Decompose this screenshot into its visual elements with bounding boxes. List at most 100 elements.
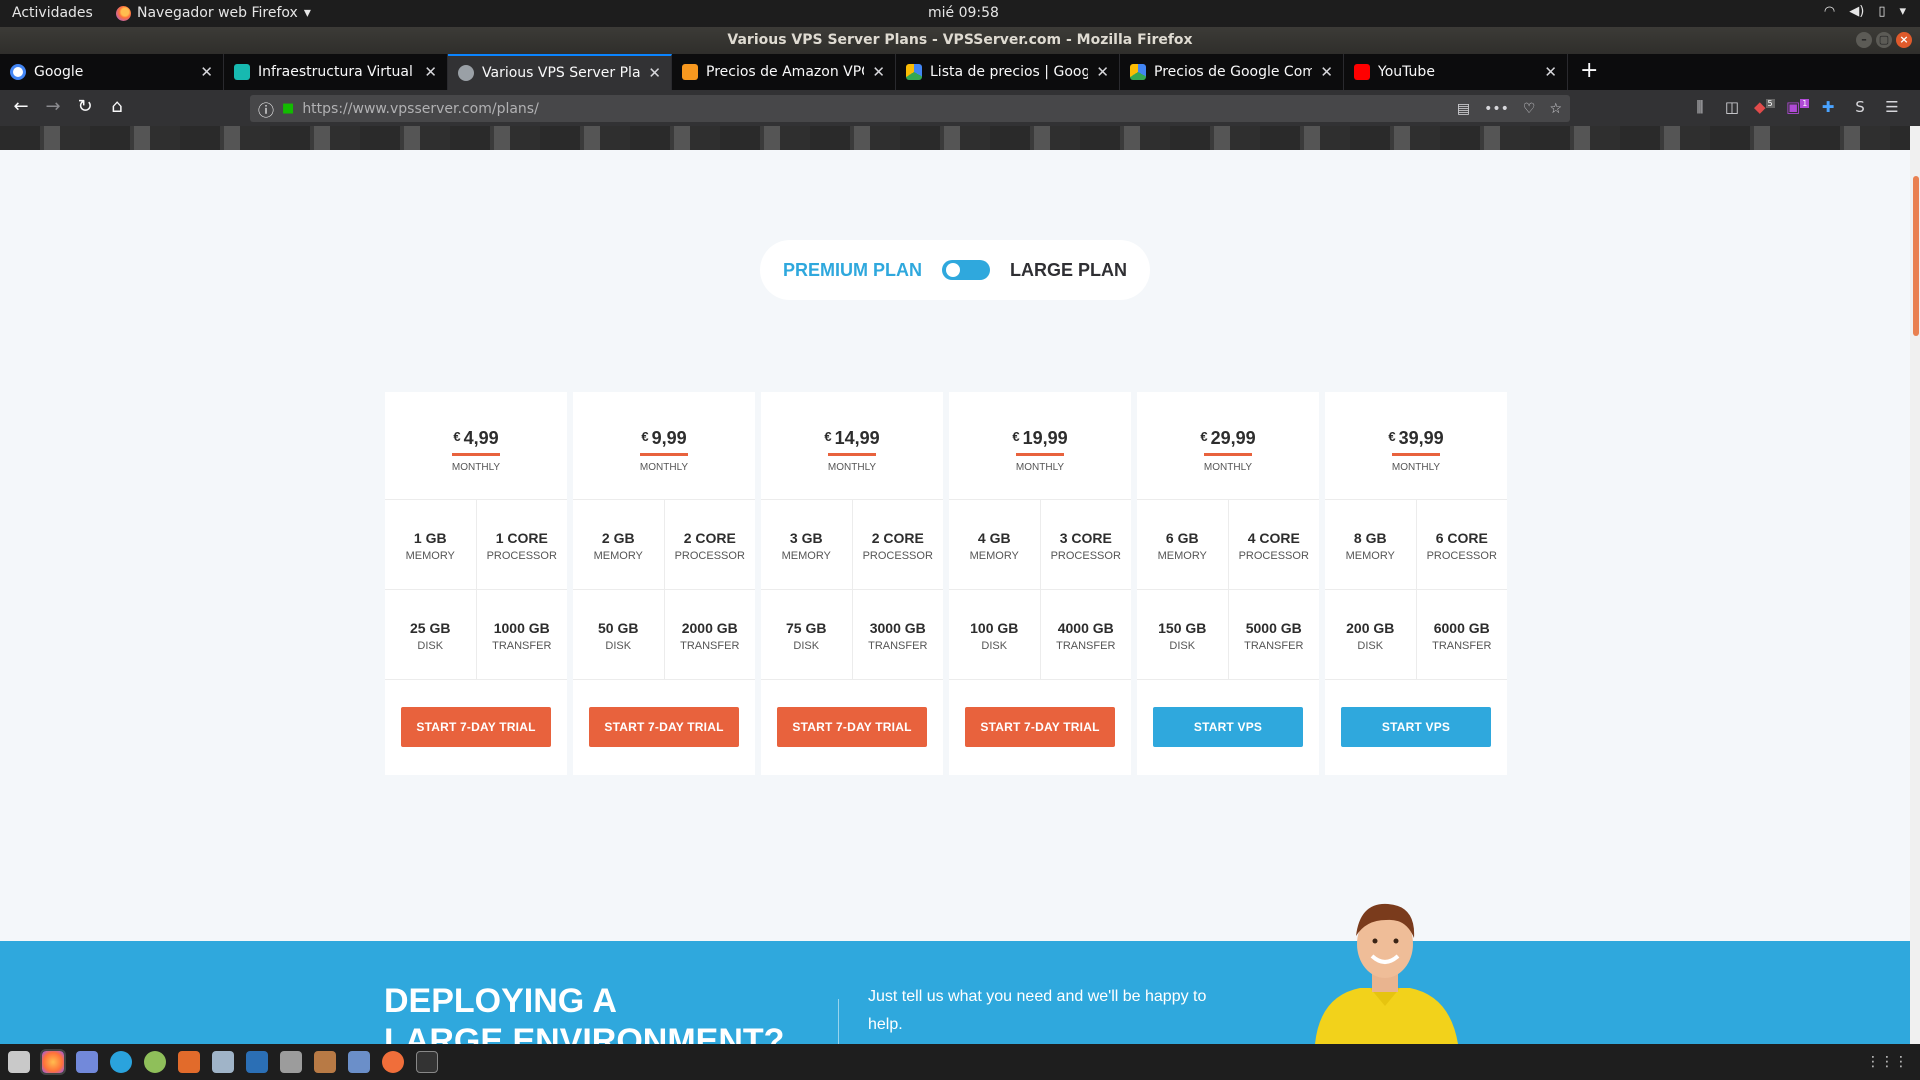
premium-plan-label[interactable]: PREMIUM PLAN (783, 260, 922, 281)
spec-label: DISK (605, 640, 632, 652)
discord-icon[interactable] (76, 1051, 98, 1073)
ublock-icon[interactable]: ◆ 5 (1754, 98, 1775, 116)
google-cloud-icon (1130, 64, 1146, 80)
back-icon[interactable]: ← (8, 96, 34, 120)
show-apps-icon[interactable]: ⋮⋮⋮ (1866, 1054, 1908, 1070)
spec-label: PROCESSOR (862, 550, 933, 562)
maximize-icon[interactable]: ▢ (1876, 32, 1892, 48)
menu-hamburger-icon[interactable]: ☰ (1882, 98, 1902, 116)
forward-icon[interactable]: → (40, 96, 66, 120)
close-tab-icon[interactable]: ✕ (200, 63, 213, 81)
tab-infraestructura[interactable]: Infraestructura Virtual b ✕ (224, 54, 448, 90)
start-trial-button[interactable]: START 7-DAY TRIAL (589, 707, 739, 747)
spotify-icon[interactable] (144, 1051, 166, 1073)
plan-card: €4,99 MONTHLY 1 GB MEMORY 1 CORE PROCESSOR… (385, 392, 567, 775)
bookmark-star-icon[interactable]: ☆ (1549, 101, 1562, 117)
package-icon[interactable] (348, 1051, 370, 1073)
start-trial-button[interactable]: START 7-DAY TRIAL (965, 707, 1115, 747)
tab-google-price-list[interactable]: Lista de precios | Googl ✕ (896, 54, 1120, 90)
start-trial-button[interactable]: START 7-DAY TRIAL (777, 707, 927, 747)
close-tab-icon[interactable]: ✕ (1544, 63, 1557, 81)
close-tab-icon[interactable]: ✕ (872, 63, 885, 81)
tab-google[interactable]: Google ✕ (0, 54, 224, 90)
files-icon[interactable] (8, 1051, 30, 1073)
lock-icon[interactable]: ■ (282, 101, 294, 116)
plan-card: €19,99 MONTHLY 4 GB MEMORY 3 CORE PROCESSO… (949, 392, 1131, 775)
activities-button[interactable]: Actividades (12, 5, 93, 21)
plan-switch[interactable] (942, 260, 990, 280)
spec-label: DISK (793, 640, 820, 652)
start-vps-button[interactable]: START VPS (1153, 707, 1303, 747)
url-bar[interactable]: ⓘ ■ https://www.vpsserver.com/plans/ ▤ •… (250, 95, 1570, 122)
currency: € (453, 429, 461, 444)
page-scrollbar[interactable] (1910, 126, 1920, 1044)
currency: € (641, 429, 649, 444)
heading-line-1: DEPLOYING A (384, 982, 617, 1020)
spec-label: MEMORY (1345, 550, 1395, 562)
reload-icon[interactable]: ↻ (72, 96, 98, 120)
app-menu[interactable]: Navegador web Firefox ▾ (116, 5, 311, 21)
spec-transfer: 4000 GB TRANSFER (1039, 590, 1132, 679)
plan-price: €19,99 (1012, 428, 1067, 449)
billing-period: MONTHLY (827, 462, 877, 473)
terminal-icon[interactable] (416, 1051, 438, 1073)
vscode-icon[interactable] (246, 1051, 268, 1073)
close-tab-icon[interactable]: ✕ (1096, 63, 1109, 81)
container-badge: 1 (1800, 99, 1810, 108)
library-icon[interactable]: ⫼ (1690, 98, 1710, 116)
reader-view-icon[interactable]: ▤ (1457, 101, 1470, 117)
firefox-taskbar-icon[interactable] (40, 1049, 66, 1075)
close-window-icon[interactable]: × (1896, 32, 1912, 48)
spec-value: 3 GB (789, 530, 823, 546)
spec-label: TRANSFER (1244, 640, 1304, 652)
scrollbar-thumb[interactable] (1913, 176, 1919, 336)
minimize-icon[interactable]: – (1856, 32, 1872, 48)
close-tab-icon[interactable]: ✕ (1320, 63, 1333, 81)
price-box: €19,99 MONTHLY (949, 392, 1131, 500)
price-box: €39,99 MONTHLY (1325, 392, 1507, 500)
trash-icon[interactable] (280, 1051, 302, 1073)
software-center-icon[interactable] (178, 1051, 200, 1073)
spec-value: 50 GB (598, 620, 639, 636)
new-tab-icon[interactable]: + (1580, 58, 1598, 83)
telegram-icon[interactable] (110, 1051, 132, 1073)
cta-area: START 7-DAY TRIAL (385, 680, 567, 774)
sidebar-icon[interactable]: ◫ (1722, 98, 1742, 116)
close-tab-icon[interactable]: ✕ (648, 64, 661, 82)
spec-disk: 150 GB DISK (1137, 590, 1228, 679)
currency: € (824, 429, 832, 444)
page-actions-icon[interactable]: ••• (1484, 101, 1509, 117)
pocket-icon[interactable]: ♡ (1523, 101, 1536, 117)
app-menu-label: Navegador web Firefox (137, 5, 298, 21)
tab-google-compute-prices[interactable]: Precios de Google Comp ✕ (1120, 54, 1344, 90)
virtualbox-icon[interactable] (212, 1051, 234, 1073)
url-text[interactable]: https://www.vpsserver.com/plans/ (302, 101, 1449, 117)
close-tab-icon[interactable]: ✕ (424, 63, 437, 81)
tab-amazon-vpc[interactable]: Precios de Amazon VPC ✕ (672, 54, 896, 90)
books-icon[interactable] (314, 1051, 336, 1073)
price-underline (1392, 453, 1440, 456)
battery-icon: ▯ (1878, 4, 1886, 19)
container-icon[interactable]: ▣ 1 (1786, 98, 1810, 116)
home-icon[interactable]: ⌂ (104, 96, 130, 120)
spec-processor: 1 CORE PROCESSOR (475, 500, 568, 589)
start-vps-button[interactable]: START VPS (1341, 707, 1491, 747)
plan-card: €29,99 MONTHLY 6 GB MEMORY 4 CORE PROCESSO… (1137, 392, 1319, 775)
volume-icon: ◀) (1849, 4, 1865, 19)
spec-value: 4 GB (977, 530, 1011, 546)
postman-icon[interactable] (382, 1051, 404, 1073)
tab-title: Infraestructura Virtual b (258, 64, 417, 80)
clock[interactable]: mié 09:58 (928, 5, 999, 21)
large-plan-label[interactable]: LARGE PLAN (1010, 260, 1127, 281)
system-tray[interactable]: ◠ ◀) ▯ ▾ (1824, 4, 1906, 19)
start-trial-button[interactable]: START 7-DAY TRIAL (401, 707, 551, 747)
spec-label: DISK (1169, 640, 1196, 652)
tab-title: Precios de Google Comp (1154, 64, 1313, 80)
info-icon[interactable]: ⓘ (258, 97, 274, 121)
spec-processor: 2 CORE PROCESSOR (663, 500, 756, 589)
ublock-badge: 5 (1765, 99, 1775, 108)
extension-icon[interactable]: ✚ (1818, 98, 1838, 116)
s-extension-icon[interactable]: S (1850, 98, 1870, 116)
tab-youtube[interactable]: YouTube ✕ (1344, 54, 1568, 90)
tab-vps-plans[interactable]: Various VPS Server Plans ✕ (448, 54, 672, 90)
